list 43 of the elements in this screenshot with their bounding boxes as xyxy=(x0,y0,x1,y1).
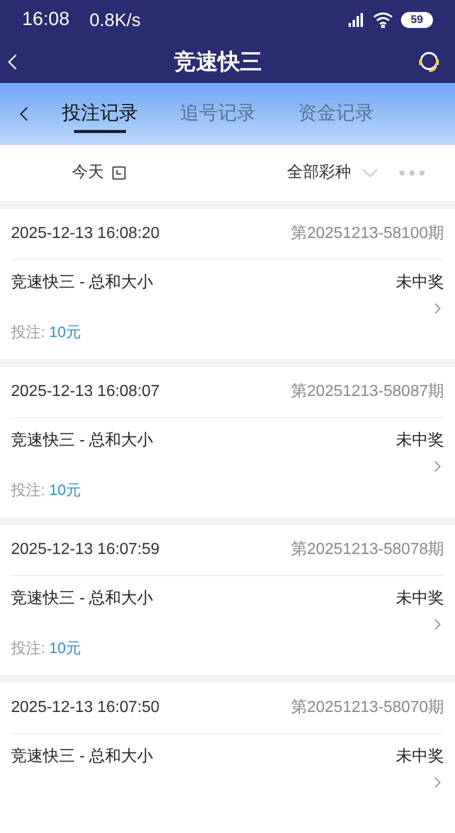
bet-time: 2025-12-13 16:08:07 xyxy=(11,382,160,402)
game-name: 竞速快三 - 总和大小 xyxy=(11,272,154,293)
chevron-right-icon xyxy=(433,775,442,790)
bet-label: 投注: xyxy=(11,323,46,343)
page-title: 竞速快三 xyxy=(173,48,263,76)
bet-record-card[interactable]: 2025-12-13 16:07:59 第20251213-58078期 竞速快三 - 总和大小 未中奖 投注: 10元 xyxy=(0,525,455,675)
bet-label: 投注: xyxy=(11,481,46,501)
issue-number: 第20251213-58078期 xyxy=(290,540,444,560)
calendar-icon xyxy=(112,166,126,180)
back-icon[interactable] xyxy=(6,52,19,70)
tab[interactable]: 投注记录 xyxy=(62,83,138,146)
wifi-icon xyxy=(372,12,393,28)
chevron-right-icon xyxy=(433,617,442,632)
game-name: 竞速快三 - 总和大小 xyxy=(11,588,154,609)
lottery-filter[interactable]: 全部彩种 xyxy=(287,161,379,186)
bet-amount: 10元 xyxy=(49,323,81,343)
game-name: 竞速快三 - 总和大小 xyxy=(11,746,154,767)
bet-record-card[interactable]: 2025-12-13 16:08:20 第20251213-58100期 竞速快三 - 总和大小 未中奖 投注: 10元 xyxy=(0,209,455,359)
bet-label: 投注: xyxy=(11,639,46,659)
bet-record-card[interactable]: 2025-12-13 16:08:07 第20251213-58087期 竞速快三 - 总和大小 未中奖 投注: 10元 xyxy=(0,367,455,517)
game-name: 竞速快三 - 总和大小 xyxy=(11,430,154,451)
result-status: 未中奖 xyxy=(396,430,444,451)
chevron-right-icon xyxy=(433,459,442,474)
result-status: 未中奖 xyxy=(396,746,444,767)
clock: 16:08 xyxy=(22,8,70,32)
chevron-right-icon xyxy=(433,301,442,316)
bet-amount: 10元 xyxy=(49,639,81,659)
result-status: 未中奖 xyxy=(396,588,444,609)
bet-record-card[interactable]: 2025-12-13 16:07:50 第20251213-58070期 竞速快三 - 总和大小 未中奖 xyxy=(0,683,455,833)
result-status: 未中奖 xyxy=(396,272,444,293)
bet-time: 2025-12-13 16:07:59 xyxy=(11,540,160,560)
bet-time: 2025-12-13 16:08:20 xyxy=(11,224,160,244)
issue-number: 第20251213-58070期 xyxy=(290,698,444,718)
headset-icon[interactable] xyxy=(417,50,441,74)
date-filter[interactable]: 今天 xyxy=(72,161,126,186)
bet-time: 2025-12-13 16:07:50 xyxy=(11,698,160,718)
back-icon[interactable] xyxy=(18,105,30,124)
battery-indicator: 59 xyxy=(400,12,433,28)
bet-amount: 10元 xyxy=(49,481,81,501)
issue-number: 第20251213-58100期 xyxy=(290,224,444,244)
network-speed: 0.8K/s xyxy=(90,8,141,32)
signal-icon xyxy=(348,13,365,27)
issue-number: 第20251213-58087期 xyxy=(290,382,444,402)
